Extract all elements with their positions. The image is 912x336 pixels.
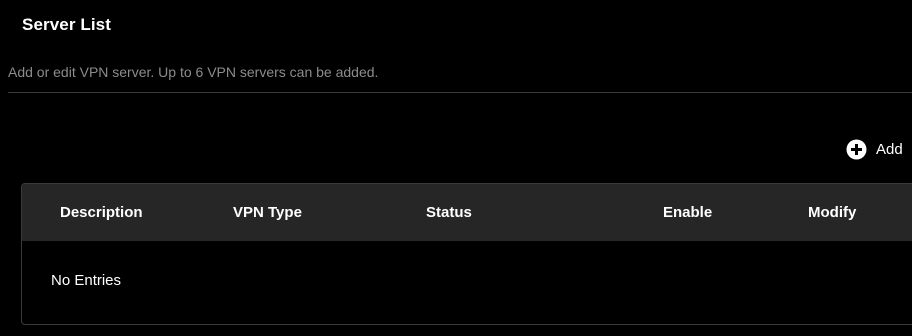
column-header-vpn-type: VPN Type (233, 204, 302, 221)
plus-circle-icon (846, 139, 867, 160)
column-header-modify: Modify (808, 204, 857, 221)
section-title: Server List (22, 15, 111, 34)
vpn-server-list-page: Server List Add or edit VPN server. Up t… (0, 0, 912, 336)
column-header-status: Status (426, 204, 472, 221)
empty-state-text: No Entries (51, 272, 122, 289)
add-server-button[interactable]: Add (846, 138, 903, 160)
column-header-enable: Enable (663, 204, 713, 221)
column-header-description: Description (60, 204, 143, 221)
add-server-label: Add (876, 140, 903, 158)
table-header: Description VPN Type Status Enable Modif… (22, 184, 912, 241)
table-empty-row: No Entries (22, 241, 912, 324)
section-divider (8, 92, 912, 93)
server-table: Description VPN Type Status Enable Modif… (21, 183, 912, 325)
section-description: Add or edit VPN server. Up to 6 VPN serv… (8, 64, 379, 80)
